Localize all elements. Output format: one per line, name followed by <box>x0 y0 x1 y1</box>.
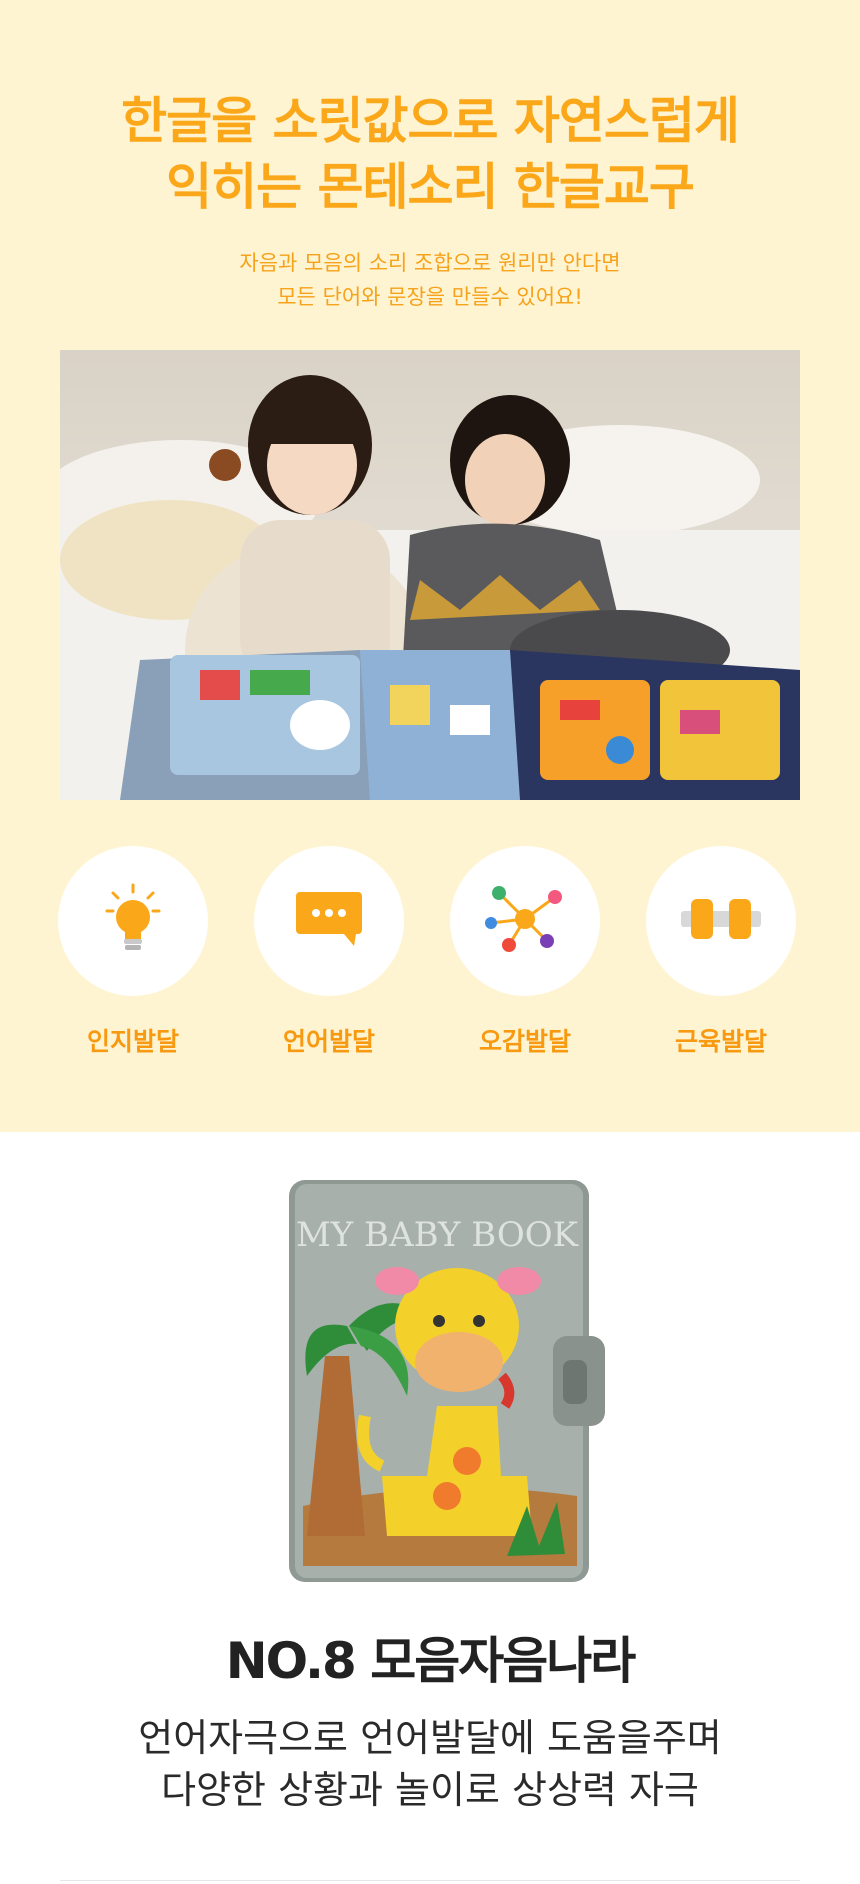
feature-label: 오감발달 <box>478 1027 571 1056</box>
feature-circle <box>254 846 404 996</box>
feature-label: 인지발달 <box>86 1027 179 1056</box>
subheadline-line-2: 모든 단어와 문장을 만들수 있어요! <box>277 285 583 309</box>
product-description-line-2: 다양한 상황과 놀이로 상상력 자극 <box>161 1768 699 1812</box>
dumbbell-icon <box>679 895 763 947</box>
feature-circle <box>450 846 600 996</box>
network-icon <box>483 883 567 959</box>
product-description-line-1: 언어자극으로 언어발달에 도움을주며 <box>138 1716 722 1760</box>
feature-language: 언어발달 <box>254 846 404 1058</box>
feature-label: 언어발달 <box>282 1027 375 1056</box>
book-cover-title: MY BABY BOOK <box>296 1215 579 1255</box>
product-title: NO.8 모음자음나라 <box>225 1632 636 1690</box>
children-playing-photo <box>60 350 800 800</box>
subheadline-line-1: 자음과 모음의 소리 조합으로 원리만 안다면 <box>239 251 621 275</box>
headline-line-1: 한글을 소릿값으로 자연스럽게 <box>121 92 740 150</box>
lightbulb-icon <box>105 883 161 959</box>
feature-muscle: 근육발달 <box>646 846 796 1058</box>
speech-bubble-icon <box>294 890 364 952</box>
hero-section: 한글을 소릿값으로 자연스럽게 익히는 몬테소리 한글교구 자음과 모음의 소리… <box>0 0 860 1132</box>
product-book-image: MY BABY BOOK <box>287 1176 607 1586</box>
divider <box>60 1880 800 1881</box>
feature-circle <box>58 846 208 996</box>
feature-cognitive: 인지발달 <box>58 846 208 1058</box>
feature-circle <box>646 846 796 996</box>
feature-senses: 오감발달 <box>450 846 600 1058</box>
feature-label: 근육발달 <box>674 1027 767 1056</box>
headline-line-2: 익히는 몬테소리 한글교구 <box>166 158 695 216</box>
